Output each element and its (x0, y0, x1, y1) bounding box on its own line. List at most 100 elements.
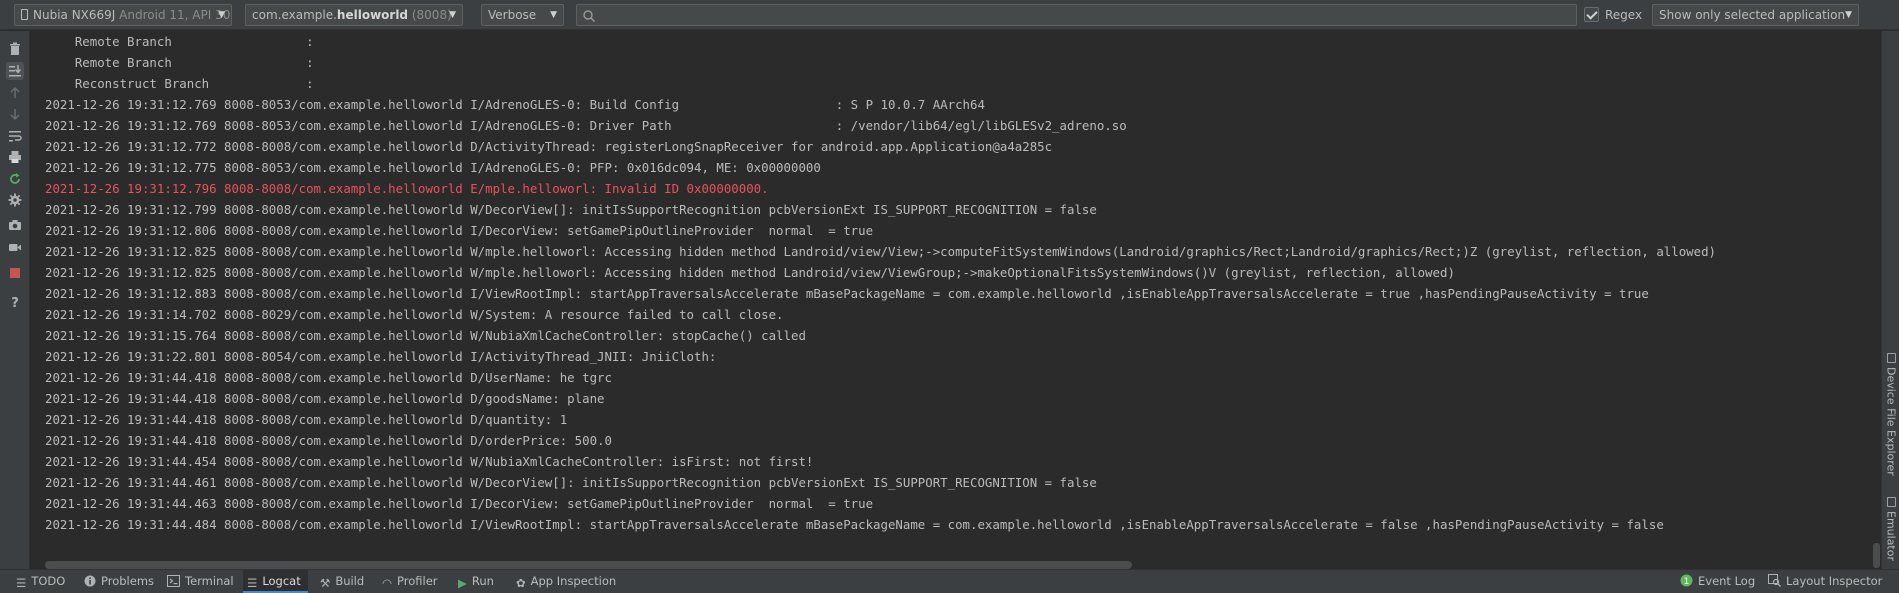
device-api: Android 11, API 30 (119, 8, 231, 22)
log-line: 2021-12-26 19:31:15.764 8008-8008/com.ex… (45, 328, 806, 343)
restart-button[interactable] (6, 170, 24, 188)
logcat-output[interactable]: Remote Branch : Remote Branch : Reconstr… (31, 31, 1871, 569)
tab-event-log[interactable]: 1 Event Log (1676, 570, 1755, 593)
screen-capture-button[interactable] (6, 216, 24, 234)
log-line: 2021-12-26 19:31:44.461 8008-8008/com.ex… (45, 475, 1097, 490)
info-icon (84, 575, 96, 587)
soft-wrap-icon (9, 131, 22, 142)
video-icon (9, 244, 21, 251)
log-line: 2021-12-26 19:31:12.806 8008-8008/com.ex… (45, 223, 874, 238)
trash-icon (10, 42, 20, 55)
regex-toggle[interactable]: Regex (1584, 7, 1642, 23)
svg-text:1: 1 (1684, 577, 1690, 587)
log-line: Remote Branch : (45, 34, 314, 49)
tab-terminal-label: Terminal (185, 574, 234, 588)
tab-profiler[interactable]: ◠ Profiler (378, 570, 438, 593)
app-inspection-icon: ✿ (516, 576, 526, 590)
soft-wrap-button[interactable] (6, 127, 24, 145)
chevron-down-icon: ▼ (218, 10, 225, 20)
process-selector[interactable]: com.example.helloworld (8008) ▼ (245, 4, 463, 26)
terminal-icon (167, 575, 180, 587)
clear-logcat-button[interactable] (6, 40, 24, 58)
logcat-icon: ☰ (247, 576, 258, 590)
search-icon (583, 10, 595, 22)
process-package-prefix: com.example. (252, 8, 337, 22)
help-button[interactable]: ? (6, 294, 24, 312)
device-selector[interactable]: Nubia NX669J Android 11, API 30 ▼ (14, 4, 232, 26)
print-button[interactable] (6, 148, 24, 166)
previous-occurrence-button[interactable] (6, 84, 24, 102)
log-line: 2021-12-26 19:31:12.769 8008-8053/com.ex… (45, 97, 985, 112)
chevron-down-icon: ▼ (1845, 10, 1852, 20)
up-arrow-icon (10, 86, 20, 98)
log-line: Remote Branch : (45, 55, 314, 70)
gauge-icon: ◠ (382, 576, 393, 590)
tab-layout-inspector-label: Layout Inspector (1786, 574, 1883, 588)
phone-icon (21, 9, 28, 20)
logcat-settings-button[interactable] (6, 191, 24, 209)
log-line: 2021-12-26 19:31:12.772 8008-8008/com.ex… (45, 139, 1053, 154)
tab-build[interactable]: ⚒ Build (316, 570, 364, 593)
log-line: 2021-12-26 19:31:44.463 8008-8008/com.ex… (45, 496, 874, 511)
logcat-toolbar: Nubia NX669J Android 11, API 30 ▼ com.ex… (0, 0, 1899, 30)
log-level-selector[interactable]: Verbose ▼ (481, 4, 564, 26)
tab-logcat[interactable]: ☰ Logcat (243, 570, 308, 593)
help-icon: ? (11, 295, 19, 311)
tab-terminal[interactable]: Terminal (163, 570, 234, 593)
restart-icon (10, 173, 20, 184)
stop-icon (10, 268, 20, 278)
log-line: 2021-12-26 19:31:12.769 8008-8053/com.ex… (45, 118, 1127, 133)
chevron-down-icon: ▼ (550, 10, 557, 20)
horizontal-scrollbar[interactable] (45, 561, 1132, 569)
device-file-explorer-tab[interactable]: Device File Explorer (1882, 353, 1899, 503)
layout-inspector-icon (1768, 574, 1781, 587)
scroll-to-end-button[interactable] (6, 62, 24, 80)
log-line: 2021-12-26 19:31:22.801 8008-8054/com.ex… (45, 349, 717, 364)
log-line: 2021-12-26 19:31:44.418 8008-8008/com.ex… (45, 412, 568, 427)
process-pid: (8008) (411, 8, 452, 22)
run-icon: ▶ (458, 576, 467, 590)
log-line: 2021-12-26 19:31:44.454 8008-8008/com.ex… (45, 454, 814, 469)
process-package-name: helloworld (336, 8, 409, 22)
tab-problems-label: Problems (101, 574, 155, 588)
emulator-label: Emulator (1884, 511, 1898, 561)
log-line: 2021-12-26 19:31:12.799 8008-8008/com.ex… (45, 202, 1097, 217)
search-input[interactable] (576, 4, 1577, 26)
log-line: 2021-12-26 19:31:12.825 8008-8008/com.ex… (45, 244, 1716, 259)
gear-icon (8, 193, 22, 207)
terminate-application-button[interactable] (6, 264, 24, 282)
tab-build-label: Build (335, 574, 365, 588)
log-line: 2021-12-26 19:31:12.796 8008-8008/com.ex… (45, 181, 769, 196)
device-icon (1886, 353, 1896, 363)
device-name: Nubia NX669J (33, 8, 116, 22)
print-icon (9, 151, 21, 163)
log-line: 2021-12-26 19:31:12.825 8008-8008/com.ex… (45, 265, 1455, 280)
down-arrow-icon (10, 109, 20, 121)
log-line: 2021-12-26 19:31:44.484 8008-8008/com.ex… (45, 517, 1664, 532)
logcat-side-toolbar: ? (0, 31, 30, 569)
screen-record-button[interactable] (6, 238, 24, 256)
emulator-icon (1886, 497, 1896, 507)
tab-problems[interactable]: Problems (80, 570, 154, 593)
filter-selector[interactable]: Show only selected application ▼ (1652, 4, 1859, 26)
right-tool-strip: Device File Explorer Emulator (1881, 31, 1899, 569)
vertical-scrollbar[interactable] (1873, 543, 1880, 568)
tab-run[interactable]: ▶ Run (454, 570, 494, 593)
tab-profiler-label: Profiler (397, 574, 438, 588)
camera-icon (9, 220, 21, 230)
regex-checkbox[interactable] (1584, 7, 1599, 22)
tab-layout-inspector[interactable]: Layout Inspector (1764, 570, 1882, 593)
tab-app-inspection-label: App Inspection (530, 574, 617, 588)
chevron-down-icon: ▼ (449, 10, 456, 20)
emulator-tab[interactable]: Emulator (1882, 497, 1899, 577)
tab-todo[interactable]: ☰ TODO (12, 570, 65, 593)
tab-run-label: Run (471, 574, 494, 588)
tab-app-inspection[interactable]: ✿ App Inspection (512, 570, 616, 593)
hammer-icon: ⚒ (320, 576, 331, 590)
filter-value: Show only selected application (1659, 8, 1846, 22)
tab-todo-label: TODO (31, 574, 66, 588)
log-line: 2021-12-26 19:31:12.775 8008-8053/com.ex… (45, 160, 821, 175)
log-line: Reconstruct Branch : (45, 76, 314, 91)
regex-label: Regex (1605, 8, 1643, 22)
next-occurrence-button[interactable] (6, 105, 24, 123)
